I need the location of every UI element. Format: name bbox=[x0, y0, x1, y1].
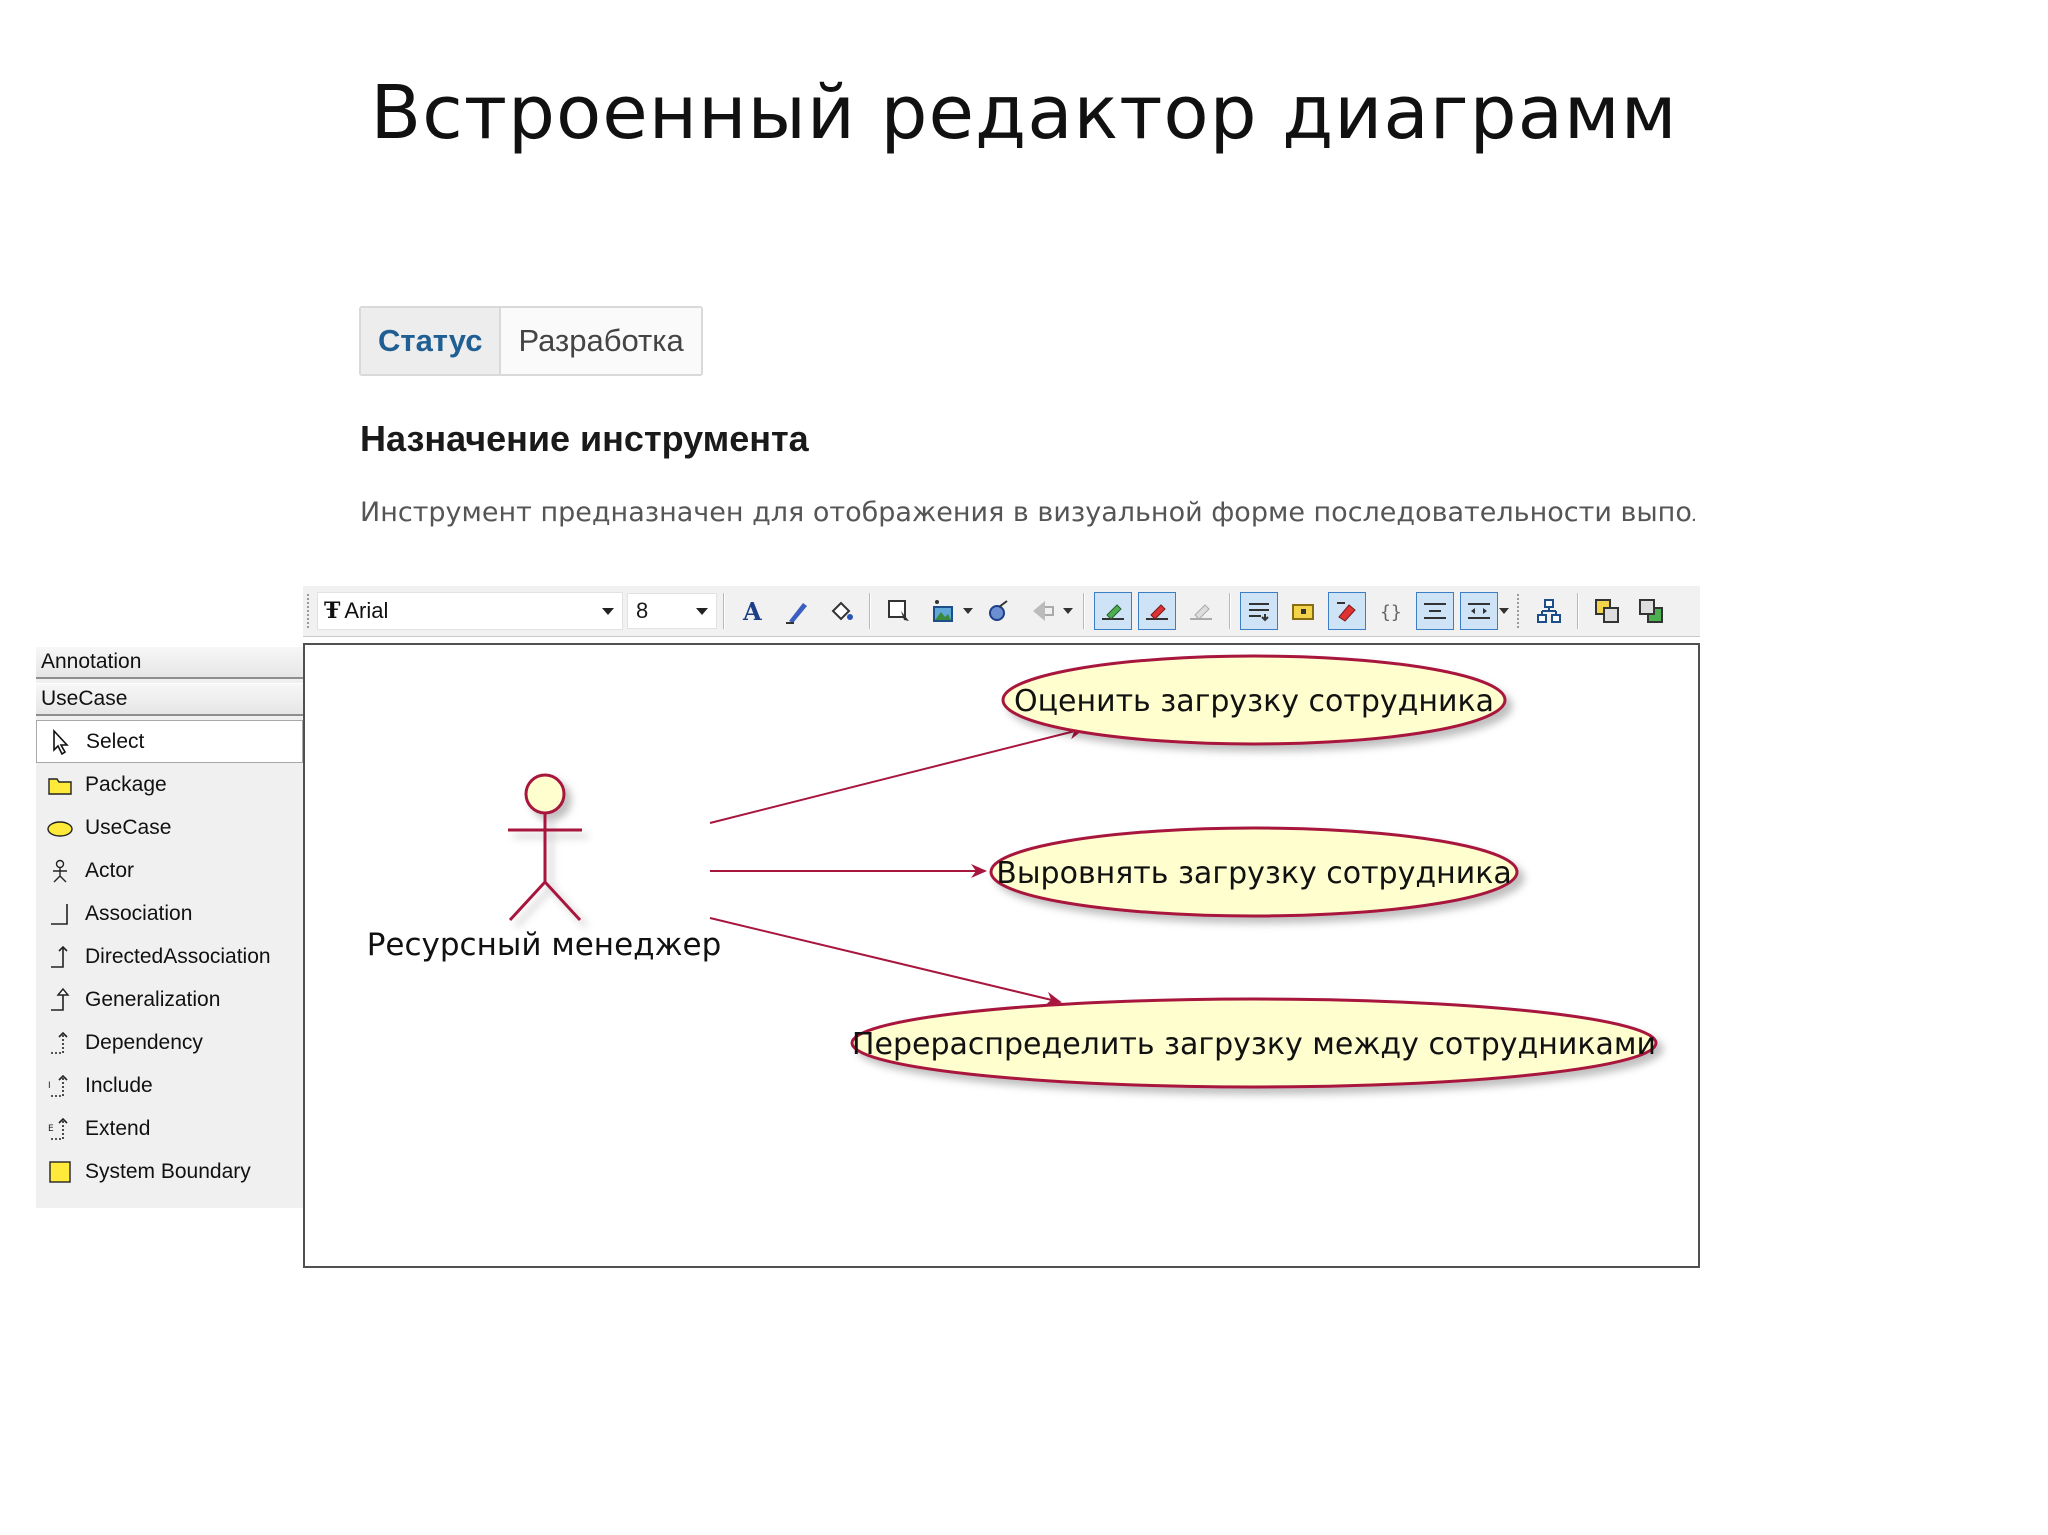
association-line-1[interactable] bbox=[709, 725, 1085, 824]
svg-text:{}: {} bbox=[1380, 602, 1402, 623]
chevron-down-icon[interactable] bbox=[1499, 608, 1509, 614]
palette-item-label: System Boundary bbox=[85, 1159, 251, 1183]
font-family-value: Arial bbox=[344, 598, 389, 623]
toolbar-separator bbox=[1229, 593, 1231, 629]
palette-item-generalization[interactable]: Generalization bbox=[36, 978, 303, 1021]
palette-item-association[interactable]: Association bbox=[36, 892, 303, 935]
fill-color-icon[interactable] bbox=[822, 592, 860, 630]
font-size-value: 8 bbox=[636, 598, 649, 623]
select-shape-icon[interactable] bbox=[880, 592, 918, 630]
svg-text:E: E bbox=[48, 1124, 54, 1134]
section-description: Инструмент предназначен для отображения … bbox=[360, 497, 1695, 528]
pen-color-icon[interactable] bbox=[778, 592, 816, 630]
toolbar-grip[interactable] bbox=[307, 594, 313, 628]
diagram-canvas[interactable]: Ресурсный менеджер Оценить загрузку сотр… bbox=[303, 643, 1700, 1268]
font-color-icon[interactable]: A bbox=[734, 592, 772, 630]
toolbar-separator bbox=[869, 593, 871, 629]
tab-development[interactable]: Разработка bbox=[501, 308, 701, 374]
palette-item-label: Actor bbox=[85, 858, 135, 882]
edit-shape-icon[interactable] bbox=[1328, 592, 1366, 630]
delete-grid-icon[interactable] bbox=[1138, 592, 1176, 630]
actor-icon bbox=[46, 857, 74, 885]
toolbar-separator bbox=[1083, 593, 1085, 629]
section-heading: Назначение инструмента bbox=[360, 418, 809, 459]
palette-item-label: Package bbox=[85, 772, 167, 796]
usecase-1[interactable]: Оценить загрузку сотрудника bbox=[1001, 654, 1507, 746]
toolbar-grip[interactable] bbox=[1517, 594, 1523, 628]
snap-grid-icon[interactable] bbox=[1094, 592, 1132, 630]
usecase-label: Перераспределить загрузку между сотрудни… bbox=[852, 1027, 1656, 1062]
align-center-icon[interactable] bbox=[1416, 592, 1454, 630]
usecase-2[interactable]: Выровнять загрузку сотрудника bbox=[989, 826, 1519, 918]
insert-image-icon[interactable] bbox=[924, 592, 962, 630]
include-icon: I bbox=[46, 1072, 74, 1100]
actor-label: Ресурсный менеджер bbox=[367, 927, 722, 963]
shape-style-icon[interactable] bbox=[980, 592, 1018, 630]
palette-item-actor[interactable]: Actor bbox=[36, 849, 303, 892]
tab-bar: Статус Разработка bbox=[359, 306, 703, 376]
usecase-label: Оценить загрузку сотрудника bbox=[1014, 684, 1494, 719]
palette-item-label: Include bbox=[85, 1073, 153, 1097]
toolbar-separator bbox=[723, 593, 725, 629]
actor-figure[interactable] bbox=[508, 773, 582, 922]
folder-icon[interactable] bbox=[1284, 592, 1322, 630]
element-palette: Annotation UseCase Select Package UseCas… bbox=[36, 646, 303, 1208]
palette-item-extend[interactable]: E Extend bbox=[36, 1107, 303, 1150]
palette-item-label: Extend bbox=[85, 1116, 151, 1140]
palette-item-dependency[interactable]: Dependency bbox=[36, 1021, 303, 1064]
usecase-diagram: Ресурсный менеджер Оценить загрузку сотр… bbox=[367, 654, 1658, 1089]
palette-item-include[interactable]: I Include bbox=[36, 1064, 303, 1107]
cursor-icon bbox=[47, 728, 75, 756]
palette-item-usecase[interactable]: UseCase bbox=[36, 806, 303, 849]
font-family-select[interactable]: Ŧ Arial bbox=[317, 592, 623, 630]
layout-icon[interactable] bbox=[1530, 592, 1568, 630]
diagram-toolbar: Ŧ Arial 8 A {} bbox=[303, 586, 1700, 637]
generalization-icon bbox=[46, 986, 74, 1014]
truetype-font-icon: Ŧ bbox=[324, 598, 341, 624]
chevron-down-icon[interactable] bbox=[602, 607, 614, 615]
braces-icon[interactable]: {} bbox=[1372, 592, 1410, 630]
usecase-label: Выровнять загрузку сотрудника bbox=[996, 856, 1511, 891]
association-line-3[interactable] bbox=[709, 917, 1062, 1006]
toolbar-separator bbox=[1577, 593, 1579, 629]
chevron-down-icon[interactable] bbox=[696, 607, 708, 615]
bring-front-icon[interactable] bbox=[1588, 592, 1626, 630]
align-split-icon[interactable] bbox=[1460, 592, 1498, 630]
chevron-down-icon[interactable] bbox=[1063, 608, 1073, 614]
system-boundary-icon bbox=[46, 1158, 74, 1186]
palette-item-label: UseCase bbox=[85, 815, 172, 839]
package-icon bbox=[46, 771, 74, 799]
usecase-icon bbox=[46, 814, 74, 842]
chevron-down-icon[interactable] bbox=[963, 608, 973, 614]
wrap-text-icon[interactable] bbox=[1240, 592, 1278, 630]
palette-item-select[interactable]: Select bbox=[36, 720, 303, 763]
association-icon bbox=[46, 900, 74, 928]
palette-item-package[interactable]: Package bbox=[36, 763, 303, 806]
extend-icon: E bbox=[46, 1115, 74, 1143]
arrow-style-icon[interactable] bbox=[1024, 592, 1062, 630]
palette-group-usecase[interactable]: UseCase bbox=[36, 683, 303, 716]
palette-item-label: Select bbox=[86, 729, 145, 753]
directed-association-icon bbox=[46, 943, 74, 971]
dependency-icon bbox=[46, 1029, 74, 1057]
send-back-icon[interactable] bbox=[1632, 592, 1670, 630]
tab-status[interactable]: Статус bbox=[361, 308, 502, 374]
palette-group-annotation[interactable]: Annotation bbox=[36, 646, 303, 679]
palette-item-label: Association bbox=[85, 901, 193, 925]
palette-item-label: Generalization bbox=[85, 987, 221, 1011]
font-size-select[interactable]: 8 bbox=[627, 593, 717, 629]
palette-item-directed-association[interactable]: DirectedAssociation bbox=[36, 935, 303, 978]
svg-text:I: I bbox=[48, 1081, 51, 1091]
palette-item-system-boundary[interactable]: System Boundary bbox=[36, 1150, 303, 1193]
disabled-grid-icon[interactable] bbox=[1182, 592, 1220, 630]
palette-item-label: Dependency bbox=[85, 1030, 203, 1054]
usecase-3[interactable]: Перераспределить загрузку между сотрудни… bbox=[850, 997, 1658, 1089]
slide-title: Встроенный редактор диаграмм bbox=[370, 70, 1678, 156]
palette-item-label: DirectedAssociation bbox=[85, 944, 271, 968]
svg-text:A: A bbox=[742, 597, 762, 625]
